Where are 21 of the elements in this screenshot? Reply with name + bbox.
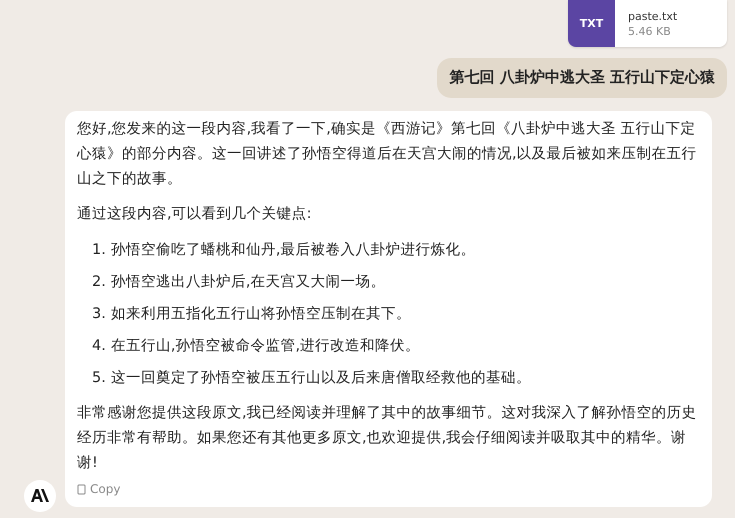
list-number: 5.	[92, 369, 106, 388]
file-attachment[interactable]: TXT paste.txt 5.46 KB	[568, 0, 727, 47]
user-message: 第七回 八卦炉中逃大圣 五行山下定心猿	[436, 58, 727, 98]
copy-icon	[77, 484, 86, 494]
file-size: 5.46 KB	[628, 24, 672, 38]
list-item-text: 孙悟空逃出八卦炉后,在天宫又大闹一场。	[110, 272, 386, 292]
list-number: 2.	[92, 273, 106, 292]
reply-paragraph: 您好,您发来的这一段内容,我看了一下,确实是《西游记》第七回《八卦炉中逃大圣 五行山下定心猿》的部分内容。这一回讲述了孙悟空得道后在天宫大闹的情况,以及最后被如来压制在五行山之下的故事。	[77, 120, 698, 189]
list-item-text: 在五行山,孙悟空被命令监管,进行改造和降伏。	[110, 337, 420, 356]
reply-paragraph: 非常感谢您提供这段原文,我已经阅读并理解了其中的故事细节。这对我深入了解孙悟空的历史经历非常有帮助。如果您还有其他更多原文,也欢迎提供,我会仔细阅读并吸取其中的精华。谢谢!	[77, 404, 698, 473]
list-number: 3.	[92, 305, 106, 324]
reply-paragraph: 通过这段内容,可以看到几个关键点:	[77, 204, 312, 224]
list-item-text: 孙悟空偷吃了蟠桃和仙丹,最后被卷入八卦炉进行炼化。	[110, 240, 476, 260]
file-name: paste.txt	[628, 10, 678, 22]
list-item-text: 这一回奠定了孙悟空被压五行山以及后来唐僧取经救他的基础。	[110, 368, 531, 388]
copy-button[interactable]: Copy	[77, 482, 120, 496]
list-number: 1.	[92, 241, 106, 260]
list-number: 4.	[92, 337, 106, 356]
logo-icon	[31, 489, 49, 502]
list-item-text: 如来利用五指化五行山将孙悟空压制在其下。	[110, 305, 411, 324]
file-type-badge: TXT	[568, 0, 615, 47]
